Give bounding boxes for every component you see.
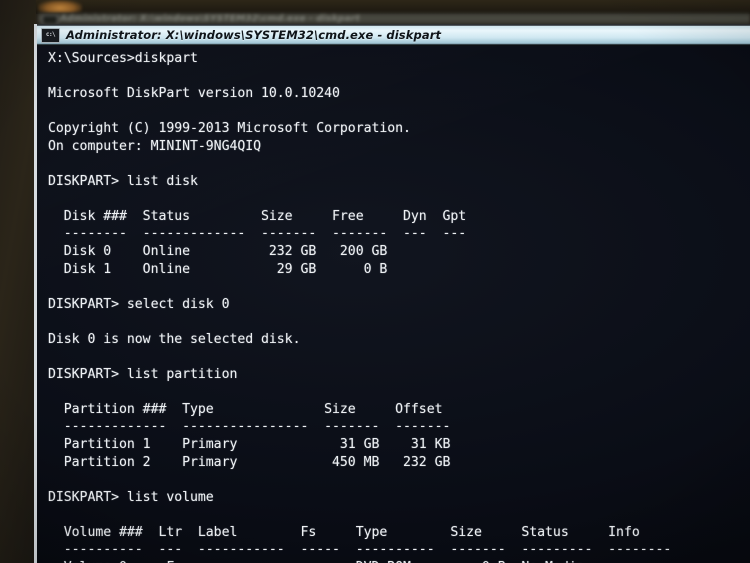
terminal-line: Disk 0 Online 232 GB 200 GB bbox=[48, 244, 388, 260]
terminal-text-buffer: X:\Sources>diskpart Microsoft DiskPart v… bbox=[48, 50, 750, 563]
command-prompt-window: c:\ Administrator: X:\windows\SYSTEM32\c… bbox=[34, 24, 750, 563]
terminal-line: Volume 0 F DVD-ROM 0 B No Media bbox=[48, 559, 750, 563]
window-title: Administrator: X:\windows\SYSTEM32\cmd.e… bbox=[66, 28, 442, 42]
terminal-line: DISKPART> select disk 0 bbox=[48, 296, 230, 312]
cmd-console-icon: c:\ bbox=[41, 27, 60, 43]
terminal-line: ---------- --- ----------- ----- -------… bbox=[48, 542, 672, 558]
terminal-line: ------------- ---------------- ------- -… bbox=[48, 419, 451, 435]
terminal-line: Disk ### Status Size Free Dyn Gpt bbox=[48, 208, 467, 224]
cmd-icon-glyph: c:\ bbox=[45, 31, 56, 38]
monitor-bezel-top bbox=[0, 0, 750, 14]
screen-reflection bbox=[38, 0, 82, 13]
terminal-line: Partition ### Type Size Offset bbox=[48, 401, 443, 417]
window-titlebar[interactable]: c:\ Administrator: X:\windows\SYSTEM32\c… bbox=[37, 24, 750, 46]
terminal-line: DISKPART> list volume bbox=[48, 489, 214, 505]
terminal-line: -------- ------------- ------- ------- -… bbox=[48, 226, 467, 242]
terminal-line: On computer: MININT-9NG4QIQ bbox=[48, 138, 262, 154]
terminal-line: Volume ### Ltr Label Fs Type Size Status… bbox=[48, 524, 640, 540]
screen-photo: Administrator: X:\windows\SYSTEM32\cmd.e… bbox=[0, 0, 750, 563]
terminal-line: X:\Sources>diskpart bbox=[48, 51, 198, 66]
terminal-line: Copyright (C) 1999-2013 Microsoft Corpor… bbox=[48, 121, 411, 137]
terminal-line: Partition 1 Primary 31 GB 31 KB bbox=[48, 437, 451, 453]
terminal-line: Disk 1 Online 29 GB 0 B bbox=[48, 261, 388, 277]
terminal-line: DISKPART> list disk bbox=[48, 173, 198, 189]
terminal-line: Partition 2 Primary 450 MB 232 GB bbox=[48, 454, 451, 470]
terminal-line: Microsoft DiskPart version 10.0.10240 bbox=[48, 86, 340, 102]
terminal-line: Disk 0 is now the selected disk. bbox=[48, 331, 301, 347]
monitor-bezel-left bbox=[0, 0, 36, 563]
terminal-line: DISKPART> list partition bbox=[48, 366, 238, 382]
terminal-output-area[interactable]: X:\Sources>diskpart Microsoft DiskPart v… bbox=[37, 46, 750, 563]
